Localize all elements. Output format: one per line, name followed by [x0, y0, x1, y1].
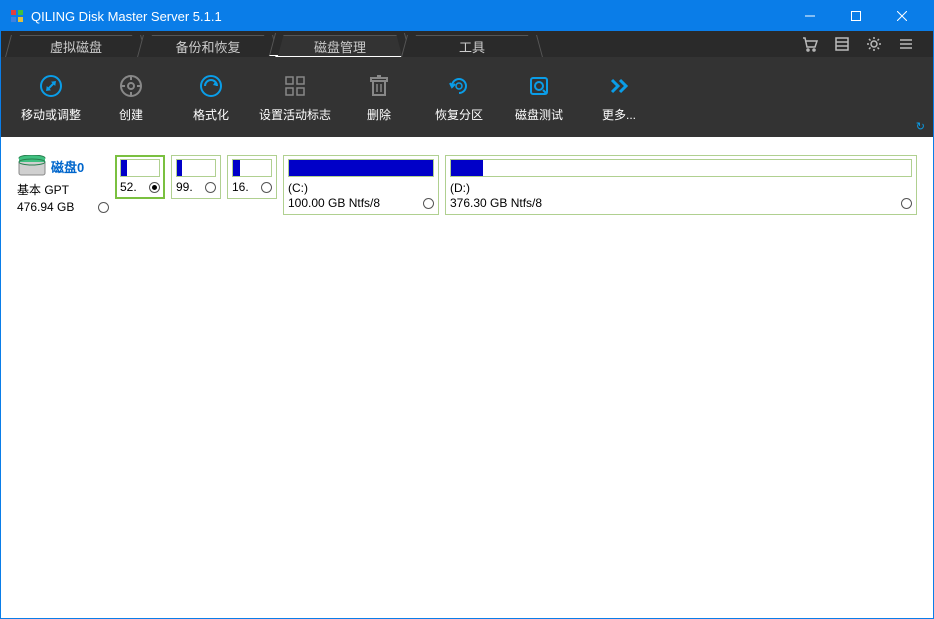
partition-radio[interactable]	[423, 198, 434, 209]
hdd-icon	[17, 155, 47, 177]
cart-icon[interactable]	[801, 35, 819, 53]
tab-disk-management[interactable]: 磁盘管理	[275, 35, 405, 57]
tool-label: 移动或调整	[21, 106, 81, 123]
disk-test-icon	[525, 72, 553, 100]
tool-label: 删除	[367, 106, 391, 123]
partition-radio[interactable]	[205, 182, 216, 193]
partition-d[interactable]: (D:) 376.30 GB Ntfs/8	[445, 155, 917, 215]
tool-label: 创建	[119, 106, 143, 123]
recover-icon	[445, 72, 473, 100]
format-icon	[197, 72, 225, 100]
create-icon	[117, 72, 145, 100]
partition-radio[interactable]	[149, 182, 160, 193]
more-icon	[605, 72, 633, 100]
disk-layout: 磁盘0 基本 GPT 476.94 GB 52. 99. 16. (C:)	[1, 137, 933, 618]
menu-icon[interactable]	[897, 35, 915, 53]
partition-fill	[451, 160, 483, 176]
recover-partition-button[interactable]: 恢复分区	[419, 66, 499, 129]
tab-backup-restore[interactable]: 备份和恢复	[143, 35, 273, 57]
close-button[interactable]	[879, 1, 925, 31]
partition-radio[interactable]	[261, 182, 272, 193]
disk-test-button[interactable]: 磁盘测试	[499, 66, 579, 129]
move-resize-icon	[37, 72, 65, 100]
partition-fill	[121, 160, 127, 176]
minimize-button[interactable]	[787, 1, 833, 31]
tab-bar: 虚拟磁盘 备份和恢复 磁盘管理 工具	[1, 31, 933, 57]
toolbar: 移动或调整 创建 格式化 设置活动标志 删除 恢复分区 磁盘测试 更多... ↻	[1, 57, 933, 137]
partition-size: 100.00 GB Ntfs/8	[288, 196, 380, 210]
partition-0[interactable]: 52.	[115, 155, 165, 199]
tab-label: 磁盘管理	[314, 37, 366, 56]
partition-c[interactable]: (C:) 100.00 GB Ntfs/8	[283, 155, 439, 215]
tool-label: 更多...	[602, 106, 636, 123]
titlebar: QILING Disk Master Server 5.1.1	[1, 1, 933, 31]
delete-icon	[365, 72, 393, 100]
tab-label: 备份和恢复	[175, 37, 240, 56]
partition-label: (D:)	[450, 181, 912, 195]
disk-size: 476.94 GB	[17, 200, 74, 214]
tool-label: 设置活动标志	[259, 106, 331, 123]
app-logo-icon	[9, 8, 25, 24]
window-title: QILING Disk Master Server 5.1.1	[31, 9, 787, 24]
partition-fill	[233, 160, 240, 176]
format-button[interactable]: 格式化	[171, 66, 251, 129]
partition-size: 52.	[120, 180, 137, 194]
refresh-icon[interactable]: ↻	[916, 120, 925, 133]
tab-label: 工具	[459, 37, 485, 56]
move-resize-button[interactable]: 移动或调整	[11, 66, 91, 129]
maximize-button[interactable]	[833, 1, 879, 31]
gear-icon[interactable]	[865, 35, 883, 53]
tool-label: 磁盘测试	[515, 106, 563, 123]
disk-name: 磁盘0	[51, 157, 84, 176]
tab-tools[interactable]: 工具	[407, 35, 537, 57]
set-active-icon	[281, 72, 309, 100]
partition-label: (C:)	[288, 181, 434, 195]
delete-button[interactable]: 删除	[339, 66, 419, 129]
partition-radio[interactable]	[901, 198, 912, 209]
disk-radio[interactable]	[98, 202, 109, 213]
more-button[interactable]: 更多...	[579, 66, 659, 129]
set-active-button[interactable]: 设置活动标志	[251, 66, 339, 129]
window-controls	[787, 1, 925, 31]
tool-label: 恢复分区	[435, 106, 483, 123]
partition-size: 376.30 GB Ntfs/8	[450, 196, 542, 210]
tab-virtual-disk[interactable]: 虚拟磁盘	[11, 35, 141, 57]
disk-type: 基本 GPT	[17, 181, 109, 198]
create-button[interactable]: 创建	[91, 66, 171, 129]
list-icon[interactable]	[833, 35, 851, 53]
partition-fill	[177, 160, 182, 176]
tab-label: 虚拟磁盘	[50, 37, 102, 56]
tabbar-icons	[801, 31, 923, 57]
tool-label: 格式化	[193, 106, 229, 123]
partition-size: 16.	[232, 180, 249, 194]
disk-info[interactable]: 磁盘0 基本 GPT 476.94 GB	[17, 155, 109, 214]
partition-2[interactable]: 16.	[227, 155, 277, 199]
partition-1[interactable]: 99.	[171, 155, 221, 199]
partition-size: 99.	[176, 180, 193, 194]
partition-fill	[289, 160, 433, 176]
